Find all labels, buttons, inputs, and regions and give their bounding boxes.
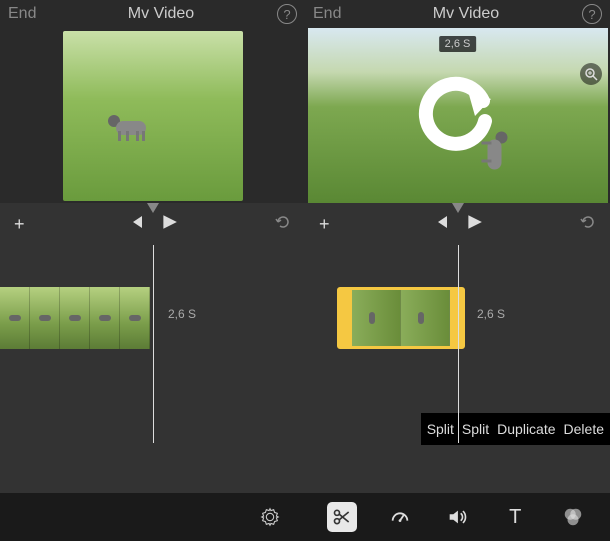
transport-bar: + bbox=[305, 203, 610, 245]
video-clip[interactable] bbox=[0, 287, 150, 349]
audio-tool-button[interactable] bbox=[442, 502, 472, 532]
clip-trim-handle-left[interactable] bbox=[340, 290, 352, 346]
playhead-marker-icon bbox=[147, 203, 159, 213]
video-content bbox=[108, 113, 153, 141]
time-badge: 2,6 S bbox=[439, 36, 477, 52]
playhead-line[interactable] bbox=[458, 245, 459, 443]
clip-track bbox=[337, 287, 465, 349]
clip-track bbox=[0, 287, 150, 349]
skip-back-button[interactable] bbox=[433, 214, 449, 235]
duplicate-action[interactable]: Duplicate bbox=[495, 421, 557, 437]
left-panel: End Mv Video ? + bbox=[0, 0, 305, 541]
clip-trim-handle-right[interactable] bbox=[450, 290, 462, 346]
speedometer-icon bbox=[389, 506, 411, 528]
volume-icon bbox=[446, 506, 468, 528]
clip-context-menu: Split Split Duplicate Delete bbox=[421, 413, 610, 445]
timeline[interactable]: 2,6 S bbox=[0, 245, 305, 493]
header: End Mv Video ? bbox=[0, 0, 305, 28]
bottom-toolbar bbox=[0, 493, 305, 541]
text-tool-button[interactable]: T bbox=[500, 502, 530, 532]
undo-button[interactable] bbox=[578, 213, 596, 236]
zoom-button[interactable] bbox=[580, 63, 602, 85]
rotate-gesture-icon bbox=[413, 71, 503, 161]
add-media-button[interactable]: + bbox=[14, 214, 25, 235]
filters-tool-button[interactable] bbox=[558, 502, 588, 532]
help-icon[interactable]: ? bbox=[582, 4, 602, 24]
header: End Mv Video ? bbox=[305, 0, 610, 28]
video-clip-selected[interactable] bbox=[337, 287, 465, 349]
scissors-icon bbox=[332, 507, 352, 527]
add-media-button[interactable]: + bbox=[319, 214, 330, 235]
delete-action[interactable]: Delete bbox=[562, 421, 606, 437]
undo-button[interactable] bbox=[273, 213, 291, 236]
right-panel: End Mv Video ? 2,6 S bbox=[305, 0, 610, 541]
clip-duration-label: 2,6 S bbox=[168, 307, 196, 321]
transport-bar: + bbox=[0, 203, 305, 245]
magnify-plus-icon bbox=[584, 67, 598, 81]
project-title[interactable]: Mv Video bbox=[53, 5, 269, 23]
settings-button[interactable] bbox=[255, 502, 285, 532]
cut-tool-button[interactable] bbox=[327, 502, 357, 532]
play-button[interactable] bbox=[160, 213, 178, 236]
bottom-toolbar: T bbox=[305, 493, 610, 541]
playhead-line[interactable] bbox=[153, 245, 154, 443]
project-title[interactable]: Mv Video bbox=[358, 5, 574, 23]
clip-duration-label: 2,6 S bbox=[477, 307, 505, 321]
video-frame: 2,6 S bbox=[308, 28, 608, 203]
playhead-marker-icon bbox=[452, 203, 464, 213]
play-button[interactable] bbox=[465, 213, 483, 236]
video-frame bbox=[63, 31, 243, 201]
help-icon[interactable]: ? bbox=[277, 4, 297, 24]
split-action[interactable]: Split bbox=[425, 421, 456, 437]
back-button[interactable]: End bbox=[8, 5, 53, 23]
skip-back-button[interactable] bbox=[128, 214, 144, 235]
gear-icon bbox=[259, 506, 281, 528]
speed-tool-button[interactable] bbox=[385, 502, 415, 532]
back-button[interactable]: End bbox=[313, 5, 358, 23]
split-action-2[interactable]: Split bbox=[460, 421, 491, 437]
timeline[interactable]: 2,6 S Split Split Duplicate Delete bbox=[305, 245, 610, 493]
filters-icon bbox=[562, 506, 584, 528]
video-preview[interactable]: 2,6 S bbox=[305, 28, 610, 203]
video-preview[interactable] bbox=[0, 28, 305, 203]
